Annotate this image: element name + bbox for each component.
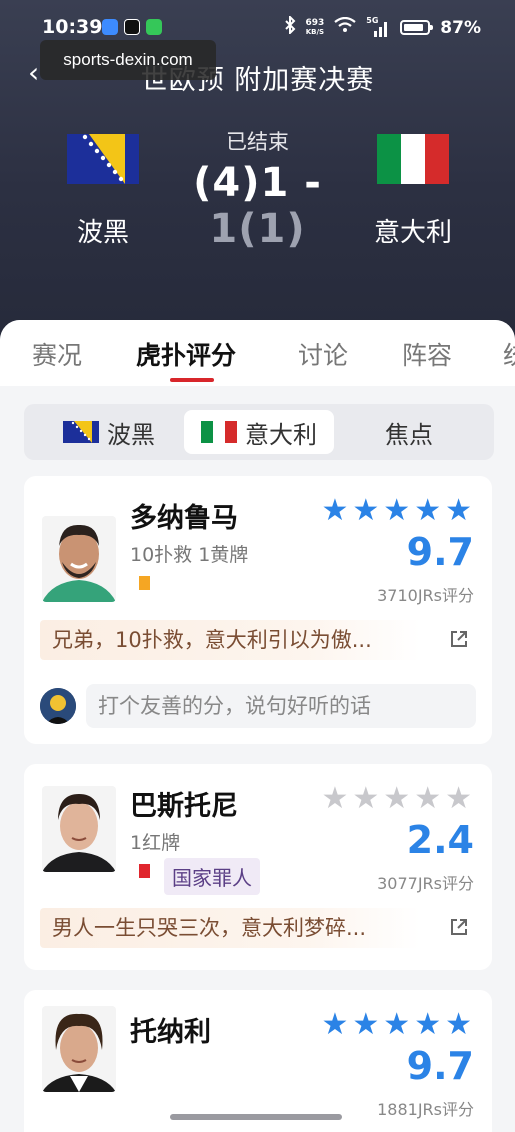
- player-rating: 9.7: [406, 1044, 474, 1088]
- tab-live[interactable]: 赛况: [32, 336, 82, 372]
- score-separator: -: [289, 160, 322, 206]
- star-icon[interactable]: ★: [383, 784, 410, 814]
- tab-bar: 赛况 虎扑评分 讨论 阵容 统: [0, 320, 515, 386]
- top-comment[interactable]: 兄弟，10扑救，意大利引以为傲...: [40, 620, 420, 660]
- status-time: 10:39: [42, 16, 103, 38]
- player-rating: 9.7: [406, 530, 474, 574]
- star-rating[interactable]: ★ ★ ★ ★ ★: [321, 1010, 472, 1040]
- segment-bosnia[interactable]: 波黑: [34, 410, 184, 454]
- watermark: sports-dexin.com: [40, 40, 216, 80]
- player-card[interactable]: 多纳鲁马 10扑救 1黄牌 ★ ★ ★ ★ ★ 9.7 3710JRs评分 兄弟，10扑…: [24, 476, 492, 744]
- player-name: 巴斯托尼: [130, 791, 238, 822]
- star-icon[interactable]: ★: [352, 1010, 379, 1040]
- share-icon[interactable]: [450, 630, 468, 648]
- red-card-icon: [139, 864, 150, 878]
- player-avatar: [42, 516, 116, 602]
- share-icon[interactable]: [450, 918, 468, 936]
- active-tab-indicator: [170, 378, 214, 382]
- italy-flag-icon: [377, 134, 449, 184]
- player-badge: 国家罪人: [164, 858, 260, 895]
- wifi-icon: [334, 16, 356, 38]
- team-segment-control: 波黑 意大利 焦点: [24, 404, 494, 460]
- yellow-card-icon: [139, 576, 150, 590]
- player-summary: 1红牌: [130, 832, 181, 854]
- segment-italy-label: 意大利: [245, 420, 317, 449]
- away-team[interactable]: 意大利: [348, 134, 478, 249]
- app-notification-icon: [102, 19, 118, 35]
- comment-input-row: 打个友善的分，说句好听的话: [40, 684, 476, 728]
- tab-stats[interactable]: 统: [503, 336, 515, 372]
- ratings-panel: 赛况 虎扑评分 讨论 阵容 统 波黑 意大利 焦点: [0, 320, 515, 1132]
- message-icon: [146, 19, 162, 35]
- player-avatar: [42, 1006, 116, 1092]
- star-icon[interactable]: ★: [445, 1010, 472, 1040]
- bosnia-flag-icon: [63, 421, 99, 443]
- battery-icon: [400, 20, 434, 35]
- star-icon[interactable]: ★: [383, 1010, 410, 1040]
- match-state: 已结束: [226, 130, 289, 154]
- tab-discussion[interactable]: 讨论: [298, 336, 348, 372]
- net-speed-unit: KB/S: [305, 27, 325, 36]
- star-icon[interactable]: ★: [321, 1010, 348, 1040]
- star-icon[interactable]: ★: [414, 1010, 441, 1040]
- home-team-name: 波黑: [76, 218, 129, 248]
- bosnia-flag-icon: [67, 134, 139, 184]
- player-avatar: [42, 786, 116, 872]
- player-card[interactable]: 巴斯托尼 1红牌 国家罪人 ★ ★ ★ ★ ★ 2.4 3077JRs评分 男人一生只哭…: [24, 764, 492, 970]
- star-icon[interactable]: ★: [321, 784, 348, 814]
- away-team-name: 意大利: [373, 218, 452, 248]
- comment-input[interactable]: 打个友善的分，说句好听的话: [86, 684, 476, 728]
- star-icon[interactable]: ★: [445, 784, 472, 814]
- star-icon[interactable]: ★: [445, 496, 472, 526]
- segment-focus[interactable]: 焦点: [334, 410, 484, 454]
- rating-count: 3077JRs评分: [377, 874, 474, 893]
- tiktok-icon: [124, 19, 140, 35]
- match-result: 已结束 (4)1 - 1(1): [150, 126, 365, 252]
- top-comment[interactable]: 男人一生只哭三次，意大利梦碎...: [40, 908, 420, 948]
- segment-bosnia-label: 波黑: [107, 420, 155, 449]
- star-rating[interactable]: ★ ★ ★ ★ ★: [321, 784, 472, 814]
- star-icon[interactable]: ★: [321, 496, 348, 526]
- star-icon[interactable]: ★: [352, 784, 379, 814]
- star-rating[interactable]: ★ ★ ★ ★ ★: [321, 496, 472, 526]
- player-rating: 2.4: [406, 818, 474, 862]
- net-speed: 693 KB/S: [305, 17, 325, 37]
- star-icon[interactable]: ★: [352, 496, 379, 526]
- star-icon[interactable]: ★: [414, 784, 441, 814]
- tab-hupu-rating[interactable]: 虎扑评分: [136, 336, 236, 372]
- battery-percent: 87%: [440, 17, 481, 38]
- rating-count: 1881JRs评分: [377, 1100, 474, 1119]
- player-summary: 10扑救 1黄牌: [130, 544, 249, 566]
- status-right: 693 KB/S 5G 87%: [284, 14, 481, 39]
- rating-count: 3710JRs评分: [377, 586, 474, 605]
- star-icon[interactable]: ★: [383, 496, 410, 526]
- player-name: 托纳利: [130, 1017, 211, 1048]
- home-team[interactable]: 波黑: [38, 134, 168, 249]
- player-name: 多纳鲁马: [130, 503, 238, 534]
- italy-flag-icon: [201, 421, 237, 443]
- score-home: (4)1: [193, 160, 290, 206]
- score: (4)1 - 1(1): [150, 160, 365, 252]
- star-icon[interactable]: ★: [414, 496, 441, 526]
- player-card[interactable]: 托纳利 ★ ★ ★ ★ ★ 9.7 1881JRs评分: [24, 990, 492, 1132]
- segment-focus-label: 焦点: [385, 420, 433, 449]
- score-away: 1(1): [209, 206, 306, 252]
- notification-icons: [102, 19, 162, 35]
- net-speed-value: 693: [305, 17, 325, 28]
- tab-lineup[interactable]: 阵容: [402, 336, 452, 372]
- segment-italy[interactable]: 意大利: [184, 410, 334, 454]
- home-indicator[interactable]: [170, 1114, 342, 1120]
- bluetooth-icon: [284, 14, 296, 39]
- cell-signal-icon: 5G: [366, 16, 390, 37]
- user-avatar: [40, 688, 76, 724]
